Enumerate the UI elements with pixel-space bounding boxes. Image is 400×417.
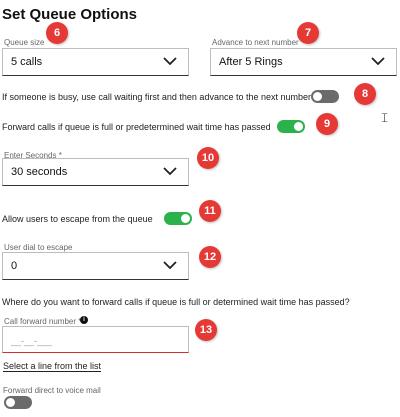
seconds-value: 30 seconds (11, 166, 68, 178)
call-forward-label: Call forward number * (4, 317, 82, 326)
advance-select[interactable]: After 5 Rings (210, 48, 397, 76)
text-cursor-icon: 𝙸 (380, 110, 390, 125)
chevron-down-icon (371, 57, 385, 66)
voicemail-toggle-label: Forward direct to voice mail (3, 386, 101, 395)
chevron-down-icon (163, 261, 177, 270)
callout-badge-11: 11 (199, 200, 221, 222)
callout-badge-13: 13 (195, 319, 217, 341)
queue-size-select[interactable]: 5 calls (2, 48, 189, 76)
escape-toggle-label: Allow users to escape from the queue (2, 214, 153, 224)
call-forward-placeholder: __-__-___ (11, 336, 53, 346)
escape-toggle[interactable] (164, 212, 192, 225)
callout-badge-12: 12 (199, 246, 221, 268)
advance-label: Advance to next number (212, 38, 299, 47)
busy-toggle[interactable] (311, 90, 339, 103)
page-title: Set Queue Options (2, 6, 138, 23)
chevron-down-icon (163, 167, 177, 176)
escape-dial-select[interactable]: 0 (2, 252, 189, 280)
callout-badge-6: 6 (46, 22, 68, 44)
call-forward-field[interactable]: __-__-___ (2, 326, 189, 353)
callout-badge-10: 10 (197, 147, 219, 169)
queue-size-value: 5 calls (11, 56, 43, 68)
callout-badge-8: 8 (354, 83, 376, 105)
escape-dial-value: 0 (11, 260, 18, 272)
forward-toggle-label: Forward calls if queue is full or predet… (2, 122, 271, 132)
forward-question: Where do you want to forward calls if qu… (2, 297, 350, 307)
advance-value: After 5 Rings (219, 56, 283, 68)
info-icon[interactable]: i (80, 316, 88, 324)
callout-badge-7: 7 (297, 22, 319, 44)
escape-dial-label: User dial to escape (4, 243, 73, 252)
forward-toggle[interactable] (277, 120, 305, 133)
select-line-link[interactable]: Select a line from the list (3, 361, 102, 372)
queue-size-label: Queue size (4, 38, 45, 47)
chevron-down-icon (163, 57, 177, 66)
busy-toggle-label: If someone is busy, use call waiting fir… (2, 92, 312, 102)
callout-badge-9: 9 (316, 113, 338, 135)
voicemail-toggle[interactable] (4, 396, 32, 409)
seconds-select[interactable]: 30 seconds (2, 158, 189, 186)
